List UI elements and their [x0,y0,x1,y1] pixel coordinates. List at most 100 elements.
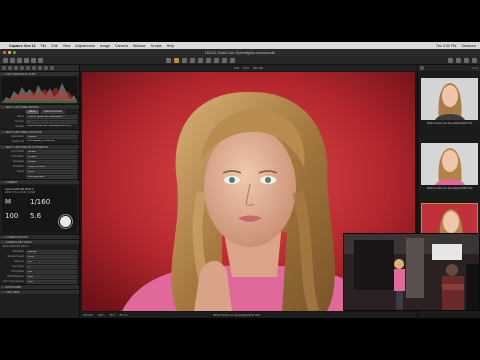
field-label: ICC Profile [11,150,24,153]
exposure-comp-select[interactable]: 0 [26,264,77,269]
viewer-iso: ISO 100 [252,66,264,70]
exposure-warning-icon[interactable] [448,57,453,63]
menu-camera[interactable]: Camera [115,44,128,48]
menu-adjustments[interactable]: Adjustments [75,44,95,48]
annotation-tool-icon[interactable] [230,57,235,63]
tool-tab-color-icon[interactable] [20,66,24,70]
spot-tool-icon[interactable] [206,57,211,63]
camera-iso[interactable]: 100 [5,212,18,220]
menubar-user[interactable]: Sessions [461,44,476,48]
browser-thumbnail[interactable] [421,78,478,120]
camera-shutter[interactable]: 1/160 [30,198,50,206]
menu-help[interactable]: Help [167,44,174,48]
tool-tab-lens-icon[interactable] [14,66,18,70]
share-icon[interactable] [472,57,477,63]
menu-scripts[interactable]: Scripts [151,44,162,48]
menu-file[interactable]: File [41,44,47,48]
proof-icon[interactable] [464,57,469,63]
name-field[interactable]: 180211 Dofek Live Speedlights [26,114,77,119]
format-counter-button[interactable]: Camera Counter [40,109,66,114]
histogram-section-header[interactable]: ▾ CAPTURE/DSLR 12 BIT [0,71,79,76]
thumbnail-label: 180211 Dofek Live Speedlights0009.CR2 [426,122,473,125]
select-tool-icon[interactable] [174,57,179,63]
camera-icon[interactable] [10,57,15,63]
tool-tab-metadata-icon[interactable] [44,66,48,70]
iso-mode-select[interactable]: Manual [26,249,77,254]
menu-view[interactable]: View [63,44,71,48]
live-view-header[interactable]: ▸ LIVE VIEW [0,289,79,294]
rotate-tool-icon[interactable] [190,57,195,63]
status-shutter: 1/60 s [97,313,105,317]
tool-tab-capture-icon[interactable] [8,66,12,70]
browser-thumbnail[interactable] [421,143,478,185]
menubar-clock: Thu 3:30 PM [435,43,457,48]
color-temp-select[interactable]: 5200 [26,279,77,284]
grid-icon[interactable] [31,57,36,63]
zoom-window-button[interactable] [13,51,16,54]
viewer-aperture: f/5.6 [243,66,249,70]
capture-button-inner [60,216,71,227]
menubar: Capture One 12 File Edit View Adjustment… [0,42,480,49]
field-label: Destination [11,135,24,138]
import-icon[interactable] [3,57,8,63]
tool-tab-adjustments-icon[interactable] [38,66,42,70]
histogram-title: CAPTURE/DSLR 12 BIT [5,72,36,76]
shutter-select[interactable]: 1/160 [26,254,77,259]
close-window-button[interactable] [3,51,6,54]
histogram [2,77,77,103]
crop-tool-icon[interactable] [182,57,187,63]
format-name-button[interactable]: Name [26,109,39,114]
undo-icon[interactable] [17,57,22,63]
menu-app-name[interactable]: Capture One 12 [9,44,36,48]
status-iso: ISO 100 [83,313,93,317]
field-label: Metadata [13,160,24,163]
styles-select[interactable]: None [26,169,77,174]
field-label: Shutter Speed [7,255,24,258]
tool-tab-details-icon[interactable] [32,66,36,70]
metadata-select[interactable]: Default [26,159,77,164]
icc-profile-select[interactable]: Default [26,149,77,154]
field-label: All Others [12,165,24,168]
iso-speed-select[interactable]: 100 [26,269,77,274]
menu-window[interactable]: Window [133,44,146,48]
tool-tab-library-icon[interactable] [2,66,6,70]
redo-icon[interactable] [24,57,29,63]
tool-tab-output-icon[interactable] [50,66,54,70]
pan-tool-icon[interactable] [166,57,171,63]
sort-icon[interactable] [420,66,424,70]
layout-icon[interactable] [38,57,43,63]
counter-field[interactable]: 1 [26,119,77,124]
all-others-select[interactable]: Copy from Last [26,164,77,169]
camera-header[interactable]: ▾ CAMERA [0,179,79,184]
orientation-select[interactable]: Default [26,154,77,159]
camera-aperture[interactable]: 5.6 [30,212,41,220]
grid-toggle-icon[interactable] [456,57,461,63]
field-label: Sample [15,125,24,128]
white-balance-select[interactable]: Auto [26,274,77,279]
field-label: Aperture [14,260,24,263]
minimize-window-button[interactable] [8,51,11,54]
aperture-select[interactable]: 5.6 [26,259,77,264]
section-title: NEXT CAPTURE LOCATION [5,130,42,134]
field-label: Name [17,115,24,118]
picker-tool-icon[interactable] [222,57,227,63]
auto-alignment-select[interactable]: Auto alignment [26,174,77,179]
camera-mode[interactable]: M [5,198,11,206]
keystone-tool-icon[interactable] [198,57,203,63]
section-title: NEXT CAPTURE ADJUSTMENTS [5,145,49,149]
viewer-info-bar: 1/60 f/5.6 ISO 100 [80,65,417,71]
menu-edit[interactable]: Edit [51,44,57,48]
brush-tool-icon[interactable] [214,57,219,63]
destination-select[interactable]: Capture [26,134,77,139]
tool-tab-exposure-icon[interactable] [26,66,30,70]
space-left-value: 4TB capacity (TB/DLRS) [27,139,55,142]
menu-image[interactable]: Image [100,44,110,48]
field-label: Color Temperature [2,280,24,283]
camera-tool: Canon EOS 5D Mark II EF24-70mm f/2.8L II… [2,185,77,233]
window-title: 180211 Dofek Live Speedlights.cosessiond… [204,50,276,55]
section-title: CAMERA [5,180,18,184]
capture-button[interactable] [58,214,73,229]
webcam-video [344,234,479,310]
field-label: White Balance [7,275,24,278]
viewer-filename: 180211 Dofek Live Speedlights0009.CR2 [212,313,261,317]
